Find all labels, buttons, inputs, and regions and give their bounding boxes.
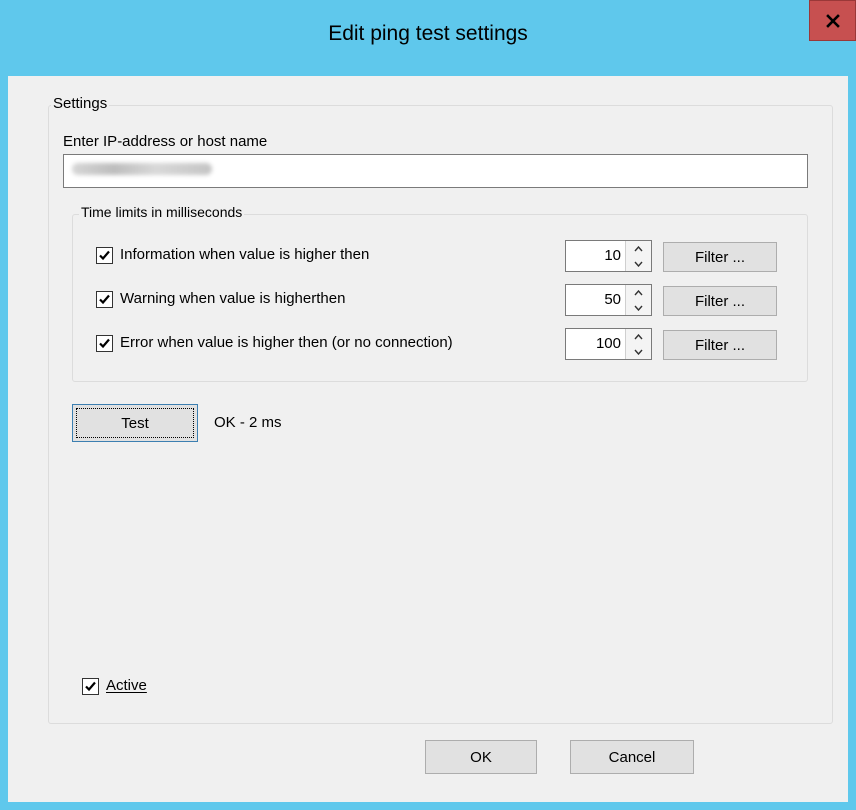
test-button[interactable]: Test <box>72 404 198 442</box>
active-label: Active <box>106 677 147 694</box>
dialog-window: Edit ping test settings Settings Enter I… <box>0 0 856 810</box>
test-result: OK - 2 ms <box>214 414 282 431</box>
warning-checkbox[interactable] <box>96 291 113 308</box>
active-checkbox[interactable] <box>82 678 99 695</box>
cancel-button[interactable]: Cancel <box>570 740 694 774</box>
spin-up-icon[interactable] <box>626 241 651 257</box>
checkmark-icon <box>99 338 110 349</box>
error-spin[interactable]: 100 <box>565 328 652 360</box>
host-input[interactable] <box>63 154 808 188</box>
spin-down-icon[interactable] <box>626 344 651 359</box>
checkmark-icon <box>85 681 96 692</box>
close-button[interactable] <box>809 0 856 41</box>
checkmark-icon <box>99 250 110 261</box>
active-label-text: Active <box>106 677 147 694</box>
error-filter-button[interactable]: Filter ... <box>663 330 777 360</box>
dialog-body: Settings Enter IP-address or host name T… <box>8 76 848 802</box>
warning-label: Warning when value is higherthen <box>120 290 346 307</box>
checkmark-icon <box>99 294 110 305</box>
error-value: 100 <box>595 335 621 352</box>
spin-up-icon[interactable] <box>626 285 651 301</box>
information-spin[interactable]: 10 <box>565 240 652 272</box>
warning-value: 50 <box>604 291 621 308</box>
host-label: Enter IP-address or host name <box>63 133 268 150</box>
spin-up-icon[interactable] <box>626 329 651 345</box>
warning-filter-button[interactable]: Filter ... <box>663 286 777 316</box>
time-limits-group-label: Time limits in milliseconds <box>79 204 245 220</box>
ok-button[interactable]: OK <box>425 740 537 774</box>
close-icon <box>825 13 840 28</box>
information-label: Information when value is higher then <box>120 246 370 263</box>
error-checkbox[interactable] <box>96 335 113 352</box>
settings-group-label: Settings <box>51 95 110 112</box>
information-checkbox[interactable] <box>96 247 113 264</box>
information-filter-button[interactable]: Filter ... <box>663 242 777 272</box>
window-title: Edit ping test settings <box>328 22 528 45</box>
spin-down-icon[interactable] <box>626 300 651 315</box>
title-bar[interactable]: Edit ping test settings <box>0 0 856 76</box>
focus-rect <box>76 408 194 438</box>
spin-down-icon[interactable] <box>626 256 651 271</box>
information-value: 10 <box>604 247 621 264</box>
obscured-host-text <box>72 163 212 175</box>
error-label: Error when value is higher then (or no c… <box>120 334 453 351</box>
warning-spin[interactable]: 50 <box>565 284 652 316</box>
